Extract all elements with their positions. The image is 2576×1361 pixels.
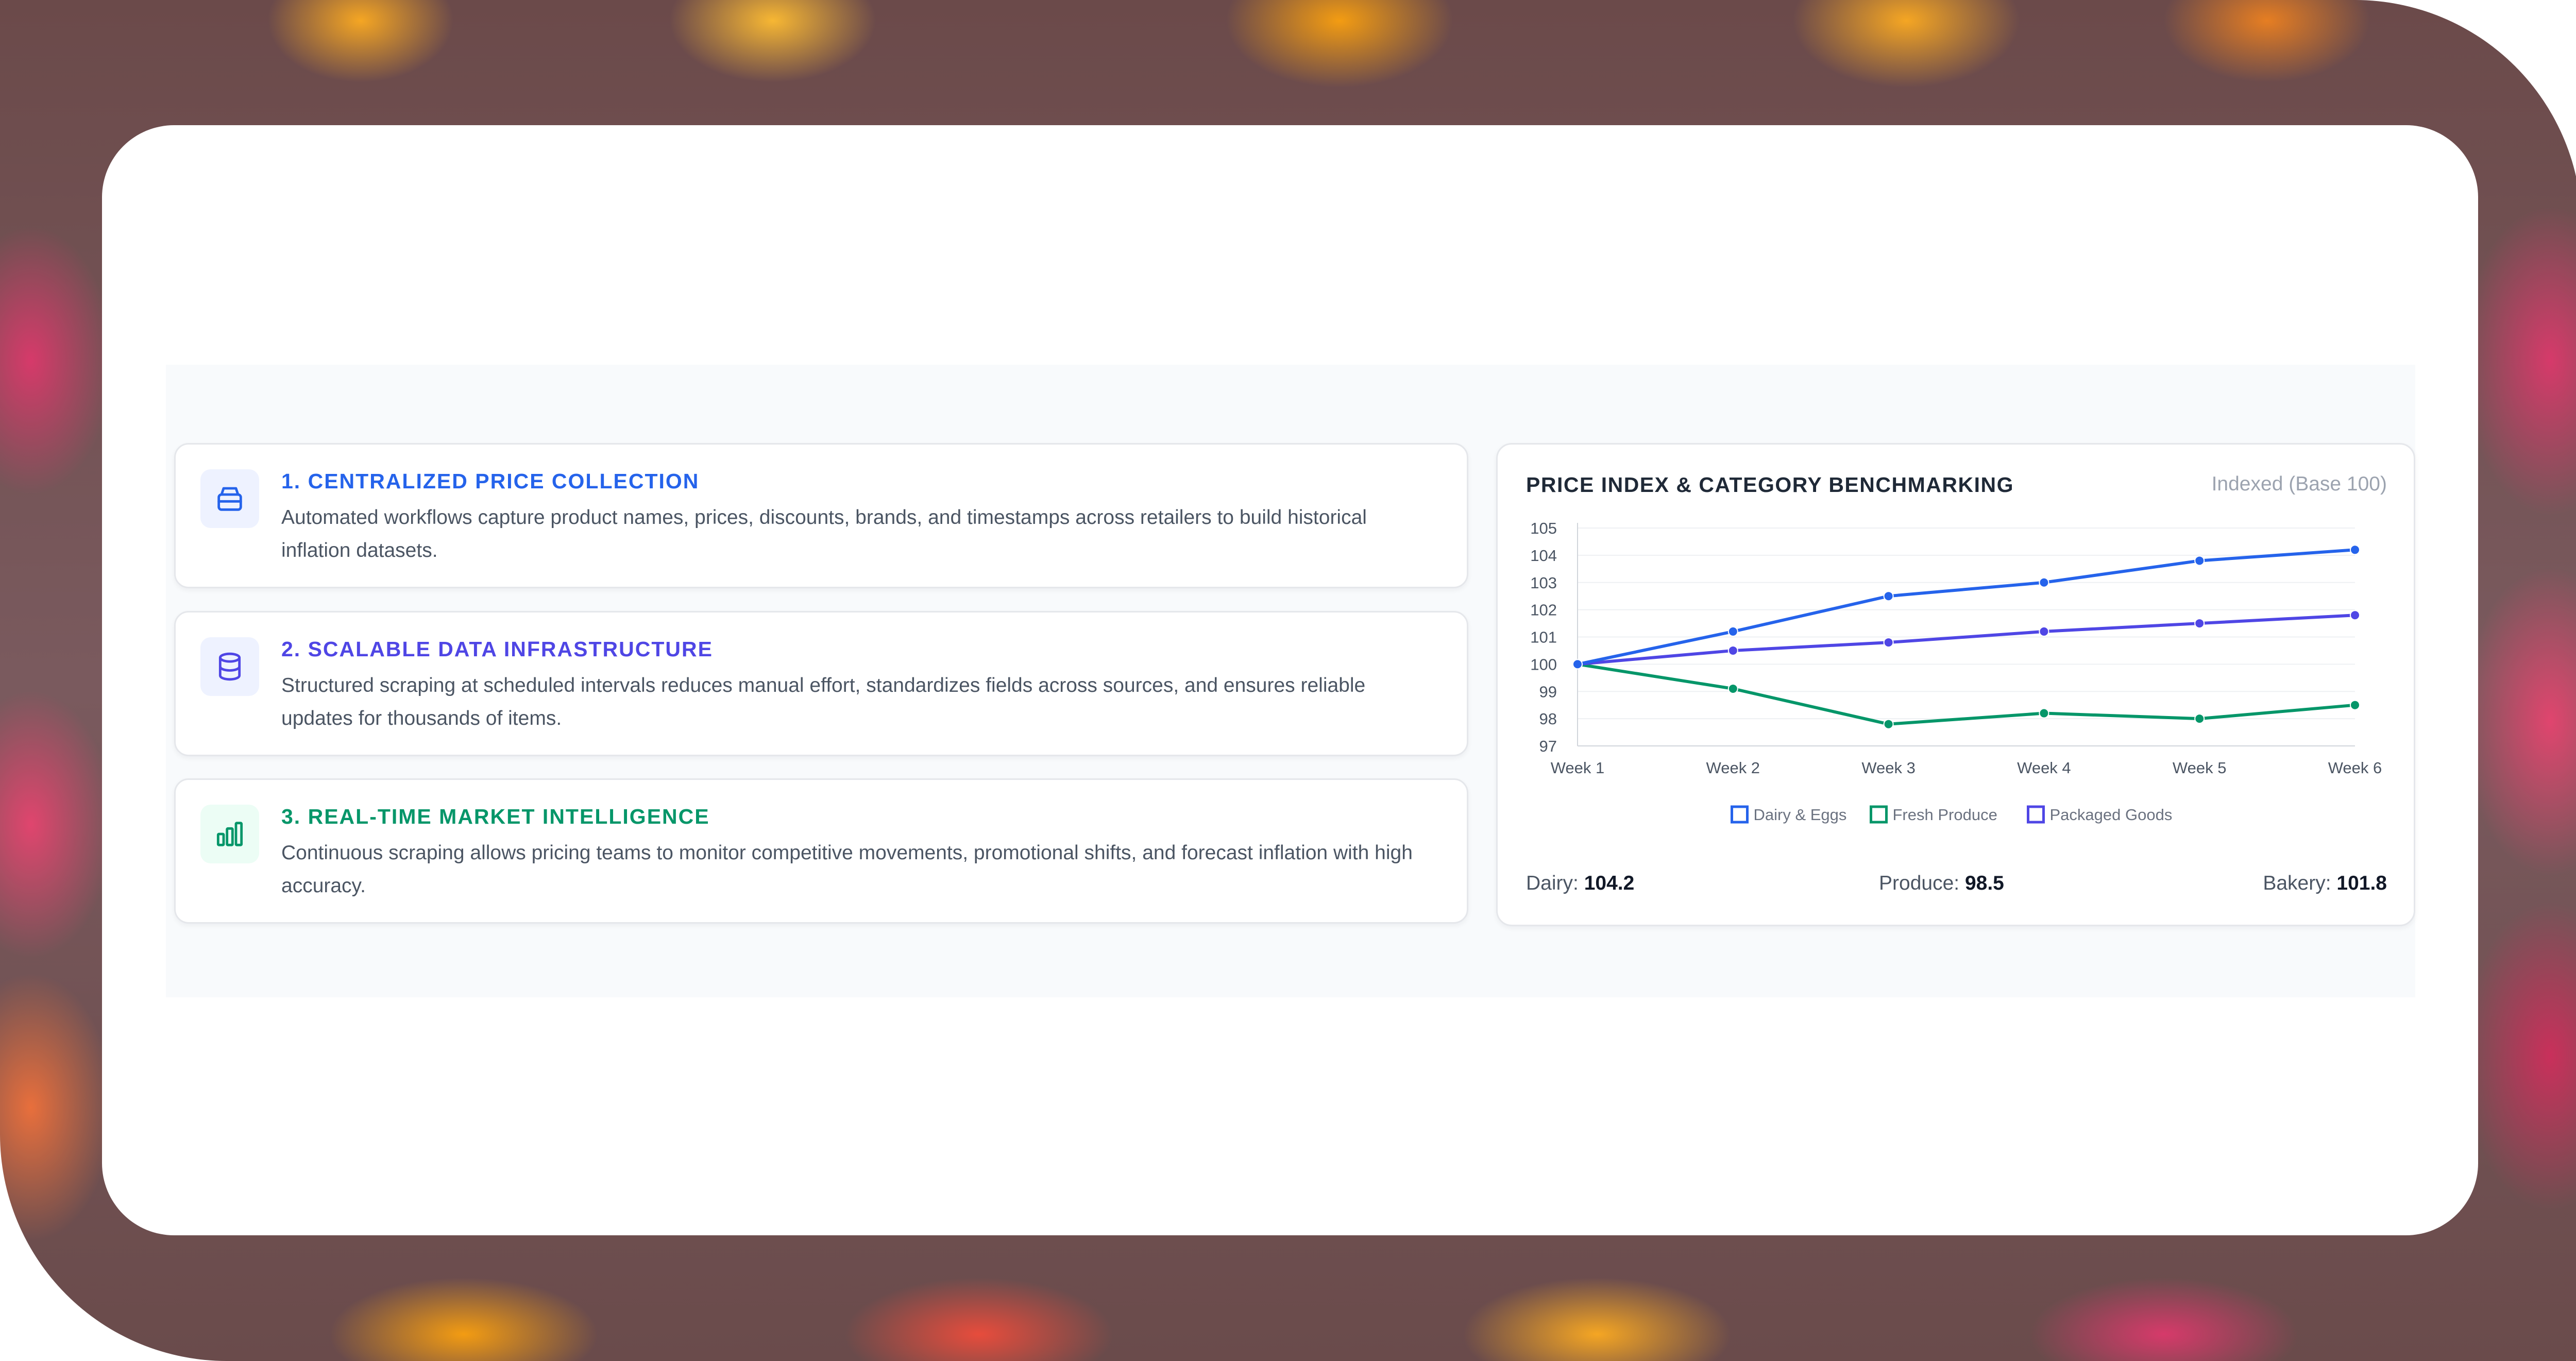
data-point — [1727, 645, 1738, 656]
data-point — [2350, 545, 2360, 555]
data-point — [1883, 591, 1894, 602]
feature-description: Automated workflows capture product name… — [281, 506, 1367, 562]
data-point — [1727, 626, 1738, 637]
data-point — [2194, 618, 2205, 629]
legend-label: Packaged Goods — [2050, 806, 2173, 824]
legend-swatch — [1731, 805, 1749, 824]
stat-value: 98.5 — [1964, 872, 2004, 894]
data-point — [2194, 713, 2205, 724]
feature-description: Structured scraping at scheduled interva… — [281, 674, 1366, 729]
data-point — [2350, 700, 2360, 710]
x-tick-label: Week 2 — [1706, 759, 1760, 777]
feature-title: 3. REAL-TIME MARKET INTELLIGENCE — [281, 805, 710, 828]
stat-dairy: Dairy: 104.2 — [1526, 872, 1634, 895]
y-tick-label: 102 — [1530, 601, 1557, 619]
series-line — [1576, 662, 2357, 726]
stat-produce: Produce: 98.5 — [1879, 872, 2004, 895]
feature-card-price-collection: 1. CENTRALIZED PRICE COLLECTION Automate… — [174, 443, 1468, 588]
feature-title: 2. SCALABLE DATA INFRASTRUCTURE — [281, 637, 713, 661]
stat-value: 104.2 — [1584, 872, 1635, 894]
legend-label: Dairy & Eggs — [1754, 806, 1847, 824]
data-point — [1883, 637, 1894, 648]
feature-card-market-intelligence: 3. REAL-TIME MARKET INTELLIGENCE Continu… — [174, 778, 1468, 924]
archive-box-icon — [200, 469, 259, 528]
stat-label: Produce: — [1879, 872, 1960, 894]
data-point — [1572, 659, 1583, 670]
y-tick-label: 97 — [1539, 737, 1557, 755]
feature-description: Continuous scraping allows pricing teams… — [281, 842, 1413, 897]
data-point — [2039, 708, 2049, 719]
stat-bakery: Bakery: 101.8 — [2263, 872, 2387, 895]
feature-title: 1. CENTRALIZED PRICE COLLECTION — [281, 469, 700, 493]
series-line — [1576, 548, 2357, 666]
y-tick-label: 98 — [1539, 710, 1557, 728]
x-tick-label: Week 3 — [1861, 759, 1916, 777]
x-tick-label: Week 6 — [2328, 759, 2382, 777]
y-tick-label: 103 — [1530, 574, 1557, 592]
x-tick-label: Week 5 — [2173, 759, 2227, 777]
x-tick-label: Week 1 — [1551, 759, 1605, 777]
y-tick-label: 99 — [1539, 683, 1557, 701]
stat-value: 101.8 — [2336, 872, 2387, 894]
bar-chart-icon — [200, 805, 259, 863]
price-index-chart-card: PRICE INDEX & CATEGORY BENCHMARKING Inde… — [1496, 443, 2415, 926]
legend-swatch — [1870, 805, 1888, 824]
price-index-line-chart: 97 98 99 100 101 102 103 104 105 Week 1 Week 2 Week… — [1530, 519, 2382, 824]
stat-label: Bakery: — [2263, 872, 2331, 894]
y-tick-label: 101 — [1530, 628, 1557, 647]
legend-label: Fresh Produce — [1893, 806, 1997, 824]
y-tick-label: 104 — [1530, 547, 1557, 565]
database-icon — [200, 637, 259, 696]
feature-card-data-infrastructure: 2. SCALABLE DATA INFRASTRUCTURE Structur… — [174, 611, 1468, 756]
data-point — [2194, 555, 2205, 566]
data-point — [2039, 577, 2049, 588]
legend-swatch — [2027, 805, 2045, 824]
y-tick-label: 105 — [1530, 519, 1557, 537]
data-point — [2039, 626, 2049, 637]
y-tick-label: 100 — [1530, 655, 1557, 673]
data-point — [1883, 719, 1894, 729]
data-point — [1727, 683, 1738, 694]
x-tick-label: Week 4 — [2017, 759, 2071, 777]
stat-label: Dairy: — [1526, 872, 1579, 894]
data-point — [2350, 610, 2360, 621]
